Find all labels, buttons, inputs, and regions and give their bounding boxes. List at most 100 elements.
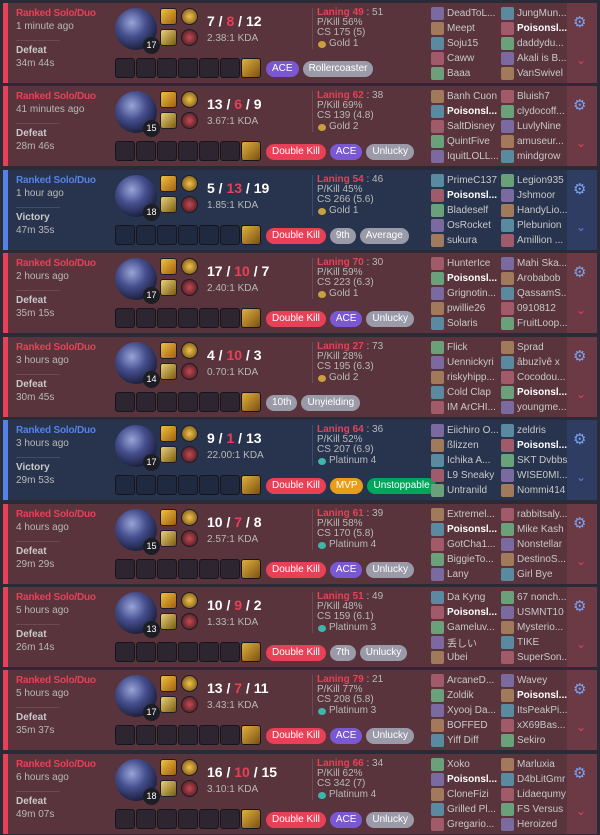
participant[interactable]: Meept (431, 21, 499, 36)
match-row[interactable]: Ranked Solo/Duo 5 hours ago Defeat 26m 1… (3, 587, 597, 667)
item-slot-icon[interactable] (136, 559, 156, 579)
participant[interactable]: Poisonsl... (431, 188, 499, 203)
item-slot-icon[interactable] (178, 392, 198, 412)
chevron-down-icon[interactable]: ⌄ (576, 720, 586, 734)
match-row[interactable]: Ranked Solo/Duo 3 hours ago Defeat 30m 4… (3, 337, 597, 417)
summoner-spell-ignite-icon[interactable] (160, 780, 177, 797)
participant[interactable]: Nommi414 (501, 483, 569, 498)
participant[interactable]: Untranild (431, 483, 499, 498)
participant[interactable]: Nonstellar (501, 537, 569, 552)
participant[interactable]: DeadToL... (431, 6, 499, 21)
item-slot-icon[interactable] (115, 225, 135, 245)
item-slot-icon[interactable] (199, 225, 219, 245)
participant[interactable]: Poisonsl... (431, 605, 499, 620)
participant[interactable]: Poisonsl... (431, 772, 499, 787)
item-slot-icon[interactable] (136, 58, 156, 78)
item-slot-icon[interactable] (199, 642, 219, 662)
participant[interactable]: QuintFive (431, 134, 499, 149)
chevron-down-icon[interactable]: ⌄ (576, 387, 586, 401)
secondary-rune-icon[interactable] (181, 363, 198, 380)
primary-rune-icon[interactable] (181, 175, 198, 192)
participant[interactable]: clydocoff... (501, 104, 569, 119)
participant[interactable]: Grignotin... (431, 286, 499, 301)
participant[interactable]: Sprad (501, 340, 569, 355)
participant[interactable]: daddydu... (501, 36, 569, 51)
participant[interactable]: Legion935 (501, 173, 569, 188)
participant[interactable]: mindgrow (501, 149, 569, 164)
item-slot-icon[interactable] (157, 725, 177, 745)
secondary-rune-icon[interactable] (181, 696, 198, 713)
gear-icon[interactable]: ⚙ (573, 347, 586, 365)
match-row[interactable]: Ranked Solo/Duo 1 hour ago Victory 47m 3… (3, 170, 597, 250)
participant[interactable]: Uennickyri (431, 355, 499, 370)
primary-rune-icon[interactable] (181, 425, 198, 442)
item-slot-icon[interactable] (115, 559, 135, 579)
participant[interactable]: Lany (431, 567, 499, 582)
participant[interactable]: Wavey (501, 673, 569, 688)
item-slot-icon[interactable] (178, 475, 198, 495)
trinket-icon[interactable] (241, 809, 261, 829)
participant[interactable]: Soju15 (431, 36, 499, 51)
item-slot-icon[interactable] (136, 141, 156, 161)
gear-icon[interactable]: ⚙ (573, 764, 586, 782)
item-slot-icon[interactable] (157, 141, 177, 161)
chevron-down-icon[interactable]: ⌄ (576, 136, 586, 150)
participant[interactable]: Eiichiro O... (431, 423, 499, 438)
item-slot-icon[interactable] (136, 392, 156, 412)
participant[interactable]: Gregario... (431, 817, 499, 832)
secondary-rune-icon[interactable] (181, 446, 198, 463)
item-slot-icon[interactable] (220, 225, 240, 245)
primary-rune-icon[interactable] (181, 759, 198, 776)
summoner-spell-ignite-icon[interactable] (160, 196, 177, 213)
participant[interactable]: youngme... (501, 400, 569, 415)
participant[interactable]: pwillie26 (431, 301, 499, 316)
gear-icon[interactable]: ⚙ (573, 680, 586, 698)
participant[interactable]: Gameluv... (431, 620, 499, 635)
summoner-spell-flash-icon[interactable] (160, 425, 177, 442)
participant[interactable]: Poisonsl... (431, 104, 499, 119)
primary-rune-icon[interactable] (181, 342, 198, 359)
participant[interactable]: Girl Bye (501, 567, 569, 582)
participant[interactable]: IM ArCHI... (431, 400, 499, 415)
trinket-icon[interactable] (241, 642, 261, 662)
trinket-icon[interactable] (241, 58, 261, 78)
participant[interactable]: HunterIce (431, 256, 499, 271)
summoner-spell-ignite-icon[interactable] (160, 613, 177, 630)
participant[interactable]: Zoldik (431, 688, 499, 703)
secondary-rune-icon[interactable] (181, 613, 198, 630)
match-row[interactable]: Ranked Solo/Duo 3 hours ago Victory 29m … (3, 420, 597, 500)
match-row[interactable]: Ranked Solo/Duo 41 minutes ago Defeat 28… (3, 86, 597, 166)
participant[interactable]: D4bLitGmr (501, 772, 569, 787)
item-slot-icon[interactable] (220, 725, 240, 745)
participant[interactable]: BiggieTo... (431, 552, 499, 567)
item-slot-icon[interactable] (220, 475, 240, 495)
participant[interactable]: Xyooj Da... (431, 703, 499, 718)
participant[interactable]: Yiff Diff (431, 733, 499, 748)
participant[interactable]: GotCha1... (431, 537, 499, 552)
match-row[interactable]: Ranked Solo/Duo 1 minute ago Defeat 34m … (3, 3, 597, 83)
participant[interactable]: PrimeC137 (431, 173, 499, 188)
item-slot-icon[interactable] (220, 559, 240, 579)
participant[interactable]: Xoko (431, 757, 499, 772)
item-slot-icon[interactable] (157, 392, 177, 412)
summoner-spell-ignite-icon[interactable] (160, 696, 177, 713)
match-row[interactable]: Ranked Solo/Duo 5 hours ago Defeat 35m 3… (3, 670, 597, 750)
participant[interactable]: rabbitsaly... (501, 507, 569, 522)
primary-rune-icon[interactable] (181, 509, 198, 526)
participant[interactable]: Poisonsl... (501, 21, 569, 36)
participant[interactable]: Grilled Pl... (431, 802, 499, 817)
participant[interactable]: CloneFizi (431, 787, 499, 802)
participant[interactable]: Poisonsl... (501, 688, 569, 703)
item-slot-icon[interactable] (199, 725, 219, 745)
participant[interactable]: VanSwivel (501, 66, 569, 81)
participant[interactable]: L9 Sneaky (431, 468, 499, 483)
summoner-spell-flash-icon[interactable] (160, 175, 177, 192)
participant[interactable]: Poisonsl... (501, 438, 569, 453)
summoner-spell-ignite-icon[interactable] (160, 29, 177, 46)
participant[interactable]: JungMun... (501, 6, 569, 21)
participant[interactable]: SuperSon... (501, 650, 569, 665)
item-slot-icon[interactable] (220, 308, 240, 328)
participant[interactable]: HandyLio... (501, 203, 569, 218)
summoner-spell-flash-icon[interactable] (160, 8, 177, 25)
secondary-rune-icon[interactable] (181, 29, 198, 46)
